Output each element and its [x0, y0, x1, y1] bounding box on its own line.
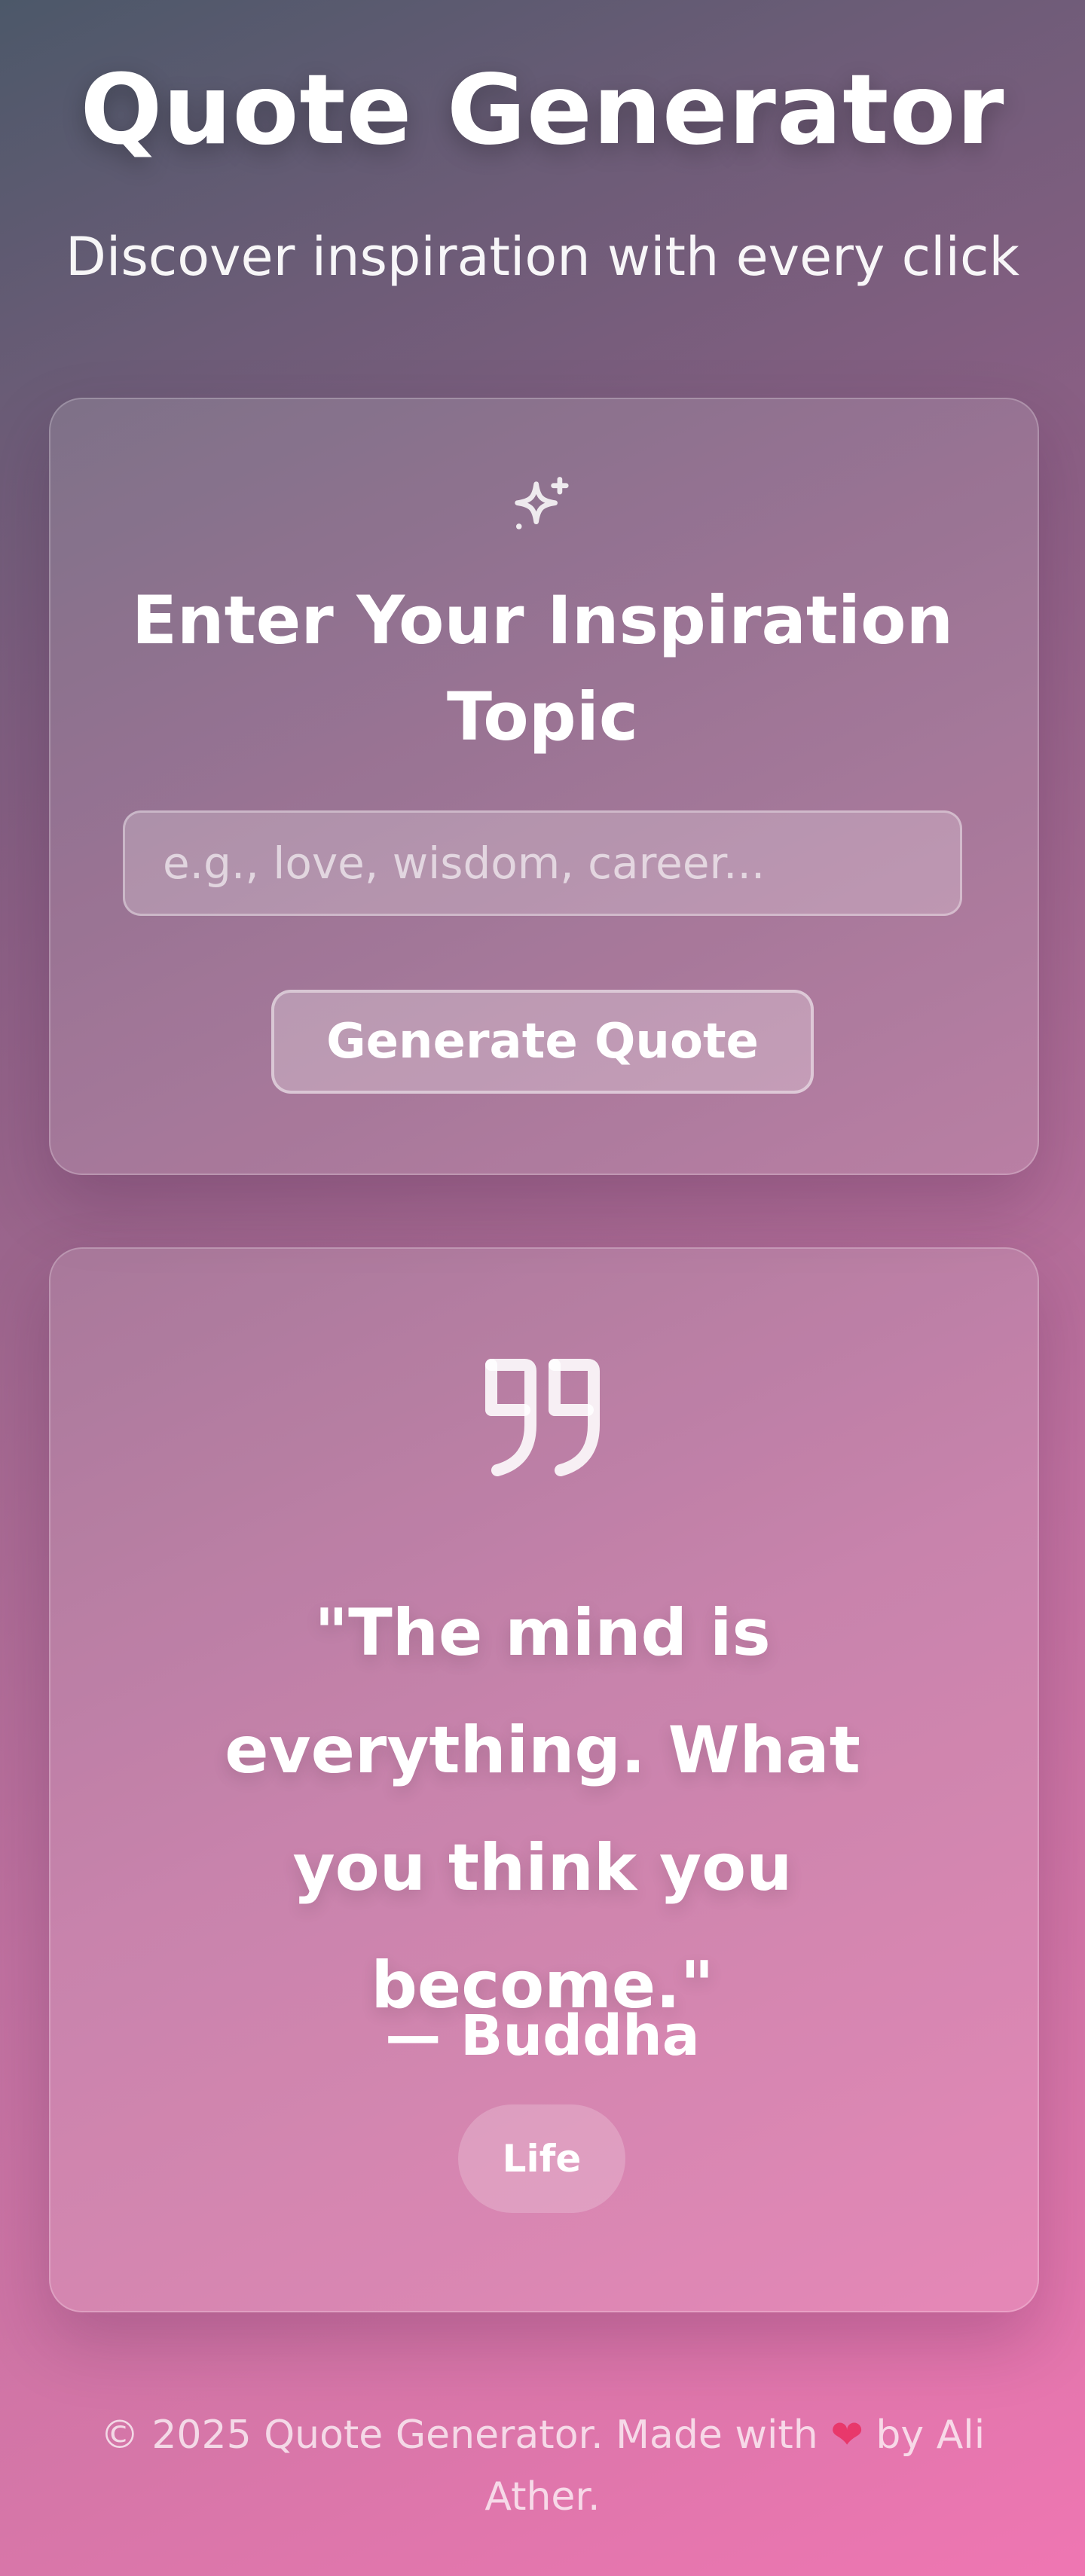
quote-icon [485, 1359, 600, 1476]
footer-text-before: © 2025 Quote Generator. Made with [99, 2413, 818, 2458]
quote-author: — Buddha [385, 2004, 700, 2068]
quote-text: "The mind is everything. What you think … [225, 1595, 860, 2023]
page: Quote Generator Discover inspiration wit… [0, 0, 1085, 2576]
topic-input[interactable] [123, 810, 962, 916]
input-heading: Enter Your Inspiration Topic [131, 581, 954, 755]
footer: © 2025 Quote Generator. Made with ❤ by A… [90, 2404, 995, 2528]
sparkles-icon [515, 477, 569, 530]
page-subtitle: Discover inspiration with every click [65, 226, 1019, 288]
page-title: Quote Generator [80, 54, 1005, 166]
generate-quote-button[interactable]: Generate Quote [271, 990, 814, 1094]
heart-icon: ❤ [830, 2413, 863, 2458]
category-tag: Life [458, 2104, 625, 2213]
